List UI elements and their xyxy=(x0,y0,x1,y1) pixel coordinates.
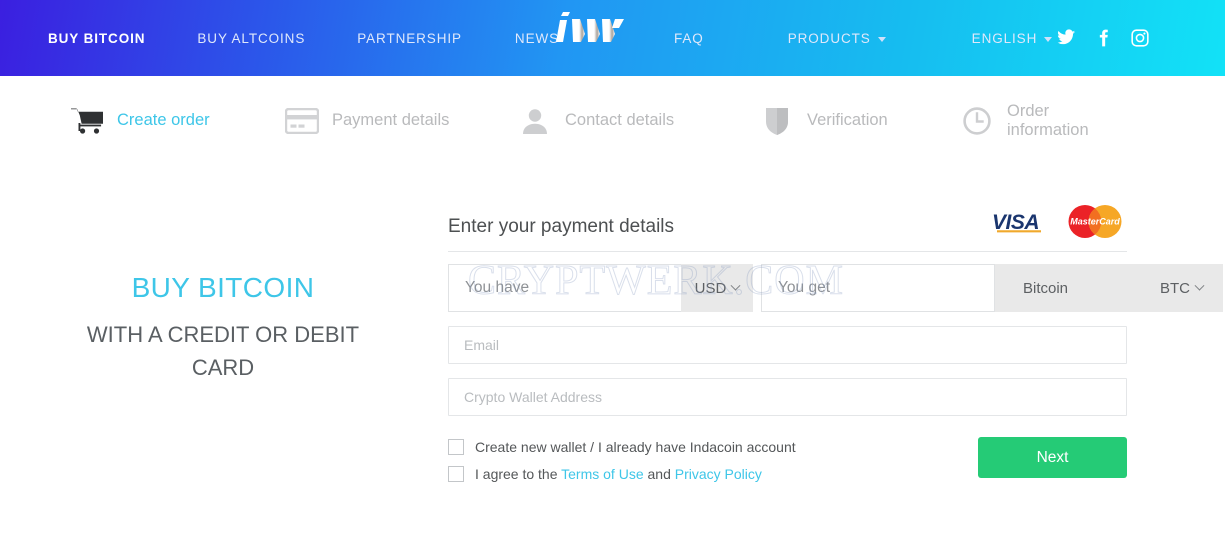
facebook-icon[interactable] xyxy=(1093,28,1113,48)
fiat-currency-value: USD xyxy=(694,279,727,297)
create-wallet-checkbox-row[interactable]: Create new wallet / I already have Indac… xyxy=(448,439,796,455)
email-field[interactable] xyxy=(448,326,1127,364)
payment-form: Enter your payment details VISA MasterCa… xyxy=(448,203,1223,493)
nav-item-products[interactable]: PRODUCTS xyxy=(788,31,886,46)
svg-text:MasterCard: MasterCard xyxy=(1070,217,1120,227)
shopping-cart-icon xyxy=(70,105,104,137)
checkout-steps: Create order Payment details Contact det… xyxy=(0,76,1225,166)
checkbox-group: Create new wallet / I already have Indac… xyxy=(448,437,796,493)
form-footer: Create new wallet / I already have Indac… xyxy=(448,437,1127,493)
person-icon xyxy=(518,105,552,137)
chevron-down-icon xyxy=(1194,280,1205,291)
chevron-down-icon xyxy=(730,280,741,291)
chevron-down-icon xyxy=(1044,36,1053,42)
visa-logo-icon: VISA xyxy=(992,211,1041,233)
step-verification[interactable]: Verification xyxy=(760,105,888,137)
agree-terms-checkbox-row[interactable]: I agree to the Terms of Use and Privacy … xyxy=(448,466,796,482)
you-get-input[interactable] xyxy=(761,264,995,312)
nav-item-partnership[interactable]: PARTNERSHIP xyxy=(357,31,462,46)
nav-item-label: BUY ALTCOINS xyxy=(197,30,306,46)
coin-name-label: Bitcoin xyxy=(1023,279,1069,297)
step-payment-details[interactable]: Payment details xyxy=(285,105,449,137)
nav-item-buy-altcoins[interactable]: BUY ALTCOINS xyxy=(197,31,305,46)
step-label: Payment details xyxy=(332,111,450,130)
nav-item-label: PARTNERSHIP xyxy=(357,30,462,46)
nav-links-right: FAQ PRODUCTS ENGLISH xyxy=(674,0,1053,76)
hero-block: BUY BITCOIN WITH A CREDIT OR DEBIT CARD xyxy=(62,272,384,384)
nav-item-label: FAQ xyxy=(674,30,704,46)
fiat-currency-select[interactable]: USD xyxy=(681,264,753,312)
step-label: Verification xyxy=(807,111,888,130)
step-create-order[interactable]: Create order xyxy=(70,105,210,137)
nav-item-faq[interactable]: FAQ xyxy=(674,31,704,46)
hero-subtitle: WITH A CREDIT OR DEBIT CARD xyxy=(86,322,360,380)
form-title: Enter your payment details xyxy=(448,216,675,237)
step-order-information[interactable]: Order information xyxy=(960,102,1102,140)
step-label: Order information xyxy=(1007,101,1089,139)
terms-of-use-link[interactable]: Terms of Use xyxy=(561,466,643,482)
coin-currency-group: BTC xyxy=(1160,279,1205,297)
nav-item-label: PRODUCTS xyxy=(787,30,871,46)
next-button[interactable]: Next xyxy=(978,437,1127,478)
agree-terms-checkbox[interactable] xyxy=(448,466,464,482)
nav-item-label: BUY BITCOIN xyxy=(48,30,146,46)
step-label: Create order xyxy=(117,111,210,130)
indacoin-logo-icon xyxy=(556,12,624,42)
chevron-down-icon xyxy=(877,36,886,42)
accepted-cards: VISA MasterCard xyxy=(991,203,1127,240)
agree-terms-label: I agree to the Terms of Use and Privacy … xyxy=(475,466,762,482)
nav-item-label: NEWS xyxy=(514,30,560,46)
step-contact-details[interactable]: Contact details xyxy=(518,105,674,137)
crypto-currency-select[interactable]: Bitcoin BTC xyxy=(995,264,1223,312)
instagram-icon[interactable] xyxy=(1130,28,1150,48)
fiat-amount-group: USD xyxy=(448,264,753,312)
clock-icon xyxy=(960,105,994,137)
mastercard-logo-icon: MasterCard xyxy=(1068,205,1122,238)
privacy-policy-link[interactable]: Privacy Policy xyxy=(675,466,762,482)
crypto-amount-group: Bitcoin BTC xyxy=(761,264,1223,312)
wallet-address-field[interactable] xyxy=(448,378,1127,416)
shield-icon xyxy=(760,105,794,137)
nav-item-language[interactable]: ENGLISH xyxy=(972,31,1053,46)
form-header: Enter your payment details VISA MasterCa… xyxy=(448,203,1127,252)
top-navigation-bar: BUY BITCOIN BUY ALTCOINS PARTNERSHIP NEW… xyxy=(0,0,1225,76)
nav-item-buy-bitcoin[interactable]: BUY BITCOIN xyxy=(48,31,145,46)
agree-prefix: I agree to the xyxy=(475,466,562,482)
site-logo[interactable] xyxy=(554,6,628,50)
nav-links-left: BUY BITCOIN BUY ALTCOINS PARTNERSHIP NEW… xyxy=(48,0,559,76)
you-have-input[interactable] xyxy=(448,264,681,312)
nav-item-label: ENGLISH xyxy=(971,30,1038,46)
social-links xyxy=(1056,28,1150,48)
hero-title: BUY BITCOIN xyxy=(131,272,315,303)
coin-currency-value: BTC xyxy=(1160,279,1190,297)
nav-item-news[interactable]: NEWS xyxy=(515,31,559,46)
twitter-icon[interactable] xyxy=(1056,28,1076,48)
svg-text:VISA: VISA xyxy=(992,211,1039,233)
create-wallet-label: Create new wallet / I already have Indac… xyxy=(475,439,796,455)
create-wallet-checkbox[interactable] xyxy=(448,439,464,455)
step-label: Contact details xyxy=(565,111,675,130)
credit-card-icon xyxy=(285,105,319,137)
amount-row: USD Bitcoin BTC xyxy=(448,264,1223,312)
agree-and: and xyxy=(643,466,675,482)
